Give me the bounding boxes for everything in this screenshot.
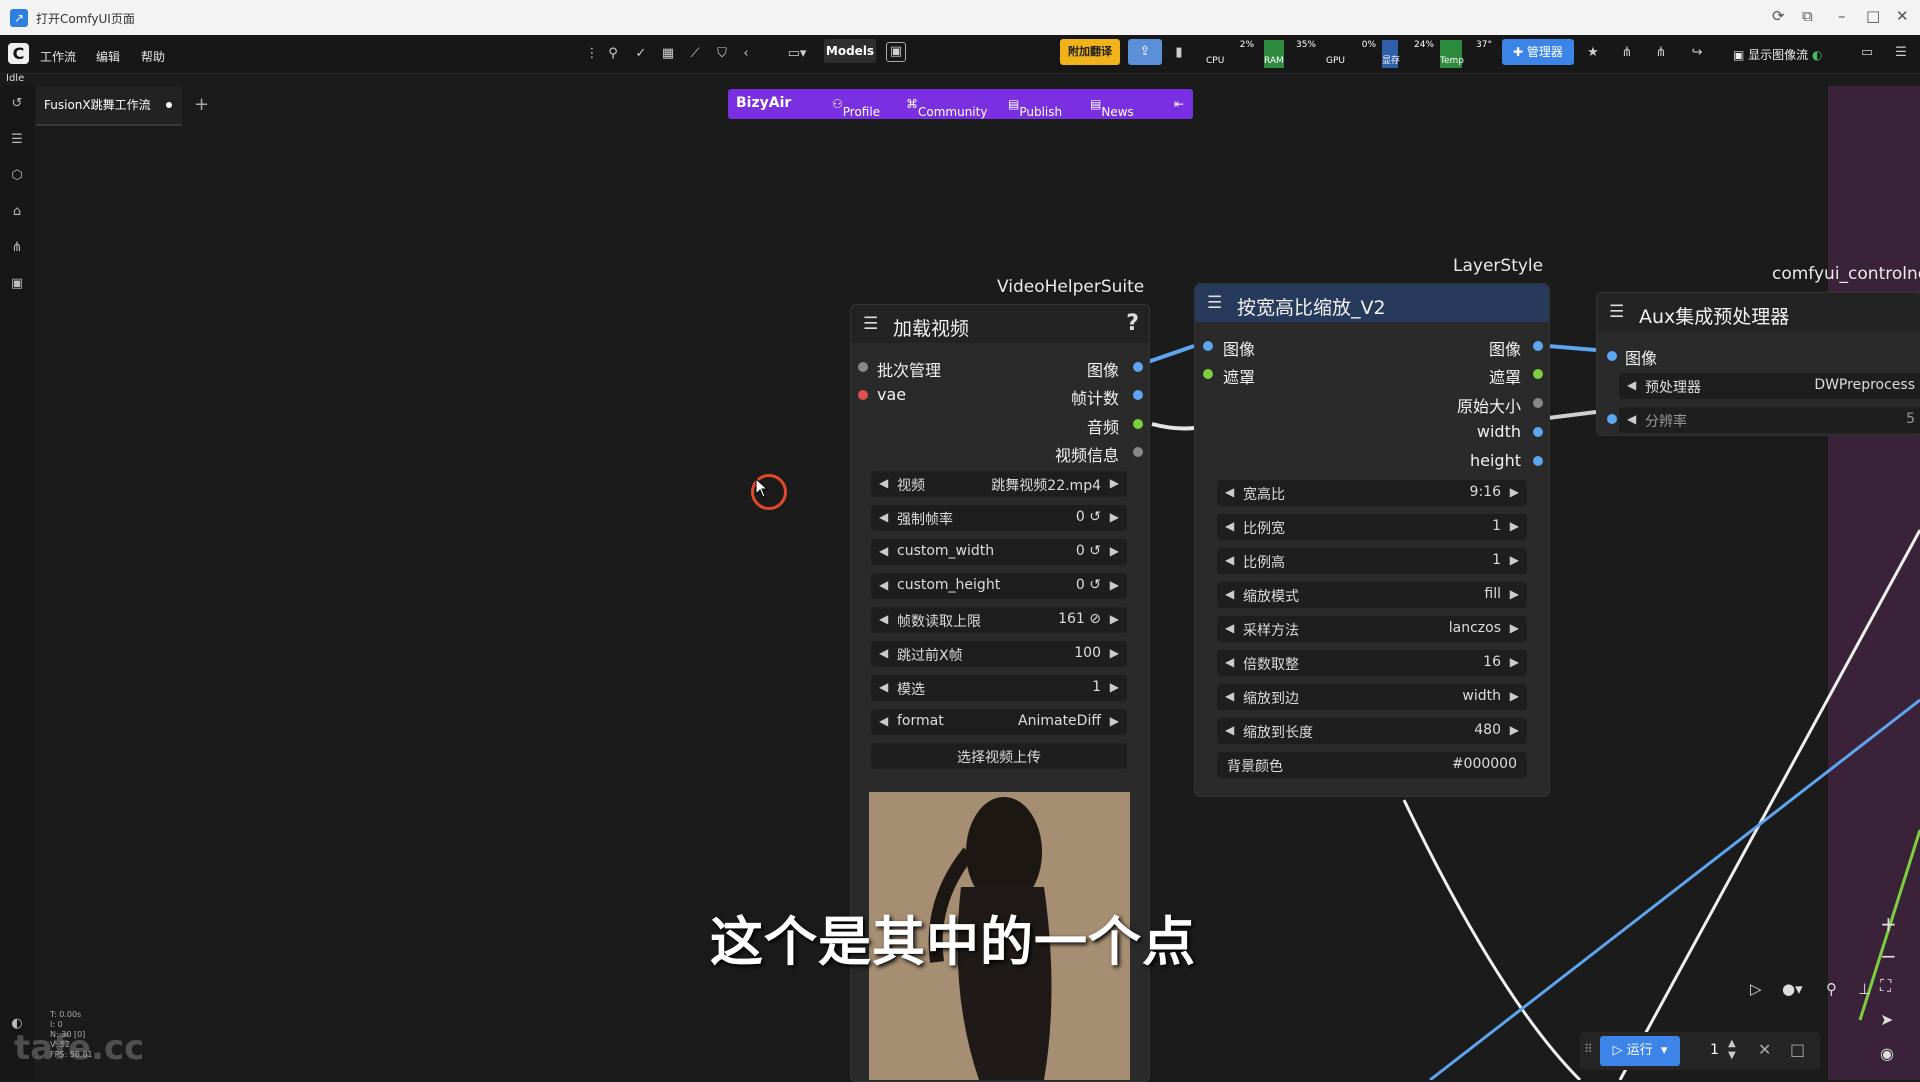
input-port[interactable] [1203,341,1213,351]
zoom-in-icon[interactable]: + [1880,912,1897,936]
pin-icon[interactable]: ⊥ [1858,980,1871,998]
node-source-vhs: VideoHelperSuite [997,277,1145,297]
run-count[interactable]: 1 [1710,1042,1719,1058]
stop-icon[interactable]: □ [1790,1040,1805,1059]
node-aux-preprocessor[interactable]: ☰ Aux集成预处理器 图像 ◀ 预处理器 DWPreprocess ◀ 分辨率 5 [1596,292,1920,436]
cancel-icon[interactable]: ✕ [1758,1040,1771,1059]
watermark: tafe.cc [14,1028,145,1068]
link-toggle-icon[interactable]: ⚲ [1826,980,1837,998]
widget-round-multiple[interactable]: ◀ 倍数取整 16 ▶ [1217,650,1527,676]
output-port[interactable] [1133,447,1143,457]
output-port[interactable] [1533,427,1543,437]
widget-skip-frames[interactable]: ◀ 跳过前X帧 100 ▶ [871,641,1127,667]
output-port[interactable] [1533,456,1543,466]
run-button[interactable]: ▷ 运行 ▾ [1600,1036,1680,1066]
node-source-controlnet: comfyui_controlne [1772,264,1920,284]
menu-icon[interactable]: ☰ [1207,293,1222,313]
output-label: 遮罩 [1488,368,1521,387]
menu-icon[interactable]: ☰ [1609,302,1624,322]
wire-white-2 [1618,529,1920,1080]
fit-view-icon[interactable]: ⛶ [1880,976,1891,996]
play-icon[interactable]: ▷ [1750,980,1762,998]
zoom-out-icon[interactable]: − [1880,944,1897,968]
widget-format[interactable]: ◀ format AnimateDiff ▶ [871,709,1127,735]
mouse-cursor-icon [755,478,769,498]
wire-aux-image [1547,344,1597,352]
widget-scale-to-side[interactable]: ◀ 缩放到边 width ▶ [1217,684,1527,710]
input-label: 图像 [1223,340,1256,359]
run-toolbar: ⠿ ▷ 运行 ▾ 1 ▲ ▼ ✕ □ [1580,1032,1820,1070]
help-icon[interactable]: ? [1126,311,1139,336]
output-port[interactable] [1533,398,1543,408]
widget-select[interactable]: ◀ 模选 1 ▶ [871,675,1127,701]
widget-aspect-ratio[interactable]: ◀ 宽高比 9:16 ▶ [1217,480,1527,506]
wire-white-1 [1402,799,1582,1080]
widget-resolution[interactable]: ◀ 分辨率 5 [1619,407,1920,433]
input-port[interactable] [1607,414,1617,424]
wire-audio [1151,422,1195,431]
drag-handle-icon[interactable]: ⠿ [1584,1042,1593,1056]
widget-custom-width[interactable]: ◀ custom_width 0 ↺ ▶ [871,539,1127,565]
stepper-icon[interactable]: ▲ ▼ [1728,1038,1736,1062]
video-subtitle: 这个是其中的一个点 [710,912,1196,973]
eye-icon[interactable]: ◉ [1880,1044,1894,1063]
output-port[interactable] [1133,419,1143,429]
menu-icon[interactable]: ☰ [863,314,878,334]
record-icon[interactable]: ●▾ [1782,980,1803,998]
node-header[interactable]: ☰ Aux集成预处理器 [1597,293,1920,331]
node-scale-ratio[interactable]: ☰ 按宽高比缩放_V2 图像 遮罩 图像 遮罩 原始大小 width heigh… [1194,283,1550,797]
widget-force-rate[interactable]: ◀ 强制帧率 0 ↺ ▶ [871,505,1127,531]
output-port[interactable] [1133,390,1143,400]
widget-fit-mode[interactable]: ◀ 缩放模式 fill ▶ [1217,582,1527,608]
node-header[interactable]: ☰ 加载视频 ? [851,305,1149,343]
output-label: height [1470,451,1521,470]
input-label: 图像 [1625,349,1658,368]
widget-custom-height[interactable]: ◀ custom_height 0 ↺ ▶ [871,573,1127,599]
widget-preprocessor[interactable]: ◀ 预处理器 DWPreprocess [1619,373,1920,399]
input-port[interactable] [858,362,868,372]
upload-video-button[interactable]: 选择视频上传 [871,743,1127,769]
input-port[interactable] [1607,351,1617,361]
input-label: vae [877,385,907,404]
input-port[interactable] [1203,369,1213,379]
input-label: 遮罩 [1223,368,1256,387]
widget-frame-cap[interactable]: ◀ 帧数读取上限 161 ⊘ ▶ [871,607,1127,633]
output-label: 图像 [1086,361,1119,380]
output-label: 原始大小 [1456,397,1521,416]
widget-video[interactable]: ◀ 视频 跳舞视频22.mp4 ▶ [871,471,1127,497]
input-port[interactable] [858,390,868,400]
output-port[interactable] [1533,369,1543,379]
node-source-layerstyle: LayerStyle [1453,256,1544,276]
output-label: width [1476,422,1521,441]
output-label: 音频 [1086,418,1119,437]
input-label: 批次管理 [877,361,942,380]
widget-sampling[interactable]: ◀ 采样方法 lanczos ▶ [1217,616,1527,642]
output-label: 帧计数 [1070,389,1119,408]
node-header[interactable]: ☰ 按宽高比缩放_V2 [1195,284,1549,322]
widget-ratio-width[interactable]: ◀ 比例宽 1 ▶ [1217,514,1527,540]
send-icon[interactable]: ➤ [1880,1010,1893,1029]
widget-ratio-height[interactable]: ◀ 比例高 1 ▶ [1217,548,1527,574]
output-label: 视频信息 [1054,446,1119,465]
output-label: 图像 [1488,340,1521,359]
widget-scale-length[interactable]: ◀ 缩放到长度 480 ▶ [1217,718,1527,744]
output-port[interactable] [1133,362,1143,372]
output-port[interactable] [1533,341,1543,351]
wire-resolution [1547,410,1597,420]
widget-bg-color[interactable]: 背景颜色 #000000 [1217,752,1527,778]
